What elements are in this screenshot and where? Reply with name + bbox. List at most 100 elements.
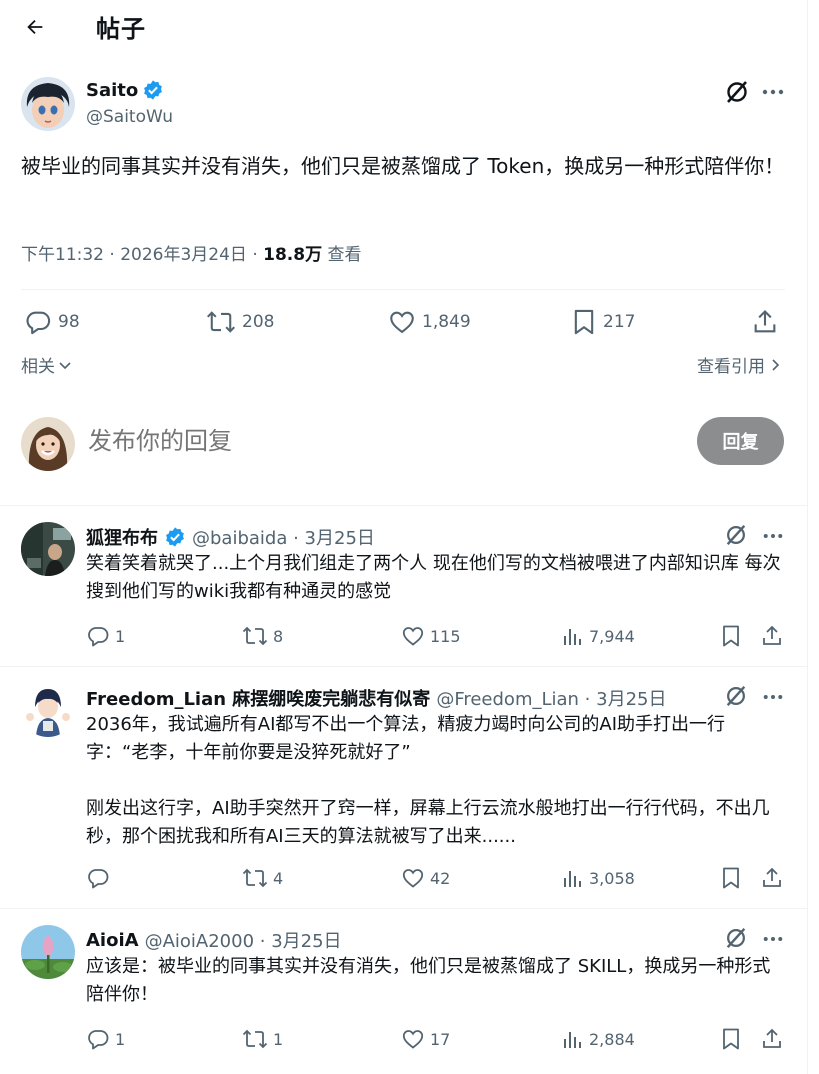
like-count: 1,849	[422, 312, 471, 332]
reply-actions: 1 1 17 2,884	[86, 1023, 786, 1055]
reply-submit-button[interactable]: 回复	[697, 417, 784, 465]
bookmark-button[interactable]	[720, 1023, 742, 1055]
grok-button[interactable]	[724, 79, 750, 105]
author-name[interactable]: Saito	[86, 79, 164, 101]
views-count: 3,058	[589, 868, 635, 888]
post-views-count: 18.8万	[263, 245, 323, 265]
more-icon	[763, 534, 783, 538]
bookmark-button[interactable]	[720, 862, 742, 894]
share-button[interactable]	[760, 862, 784, 894]
like-button[interactable]: 17	[401, 1023, 450, 1055]
top-bar: 帖子	[0, 0, 807, 52]
reply-avatar[interactable]	[21, 683, 75, 737]
grok-icon	[726, 927, 746, 949]
views-button[interactable]: 7,944	[562, 620, 635, 652]
repost-count: 8	[273, 626, 284, 646]
reply-button[interactable]: 1	[86, 620, 125, 652]
more-button[interactable]	[760, 926, 786, 952]
author-handle[interactable]: @SaitoWu	[86, 107, 173, 127]
share-icon	[763, 1028, 781, 1048]
like-count: 42	[430, 868, 451, 888]
reply-actions: 1 8 115 7,944	[86, 620, 786, 652]
bookmark-count: 217	[603, 312, 636, 332]
reply-item[interactable]: Freedom_Lian 麻摆绷唉废完躺悲有似寄 @Freedom_Lian ·…	[0, 667, 807, 909]
reply-header: Freedom_Lian 麻摆绷唉废完躺悲有似寄 @Freedom_Lian ·…	[86, 685, 666, 711]
like-stat-button[interactable]: 1,849	[388, 306, 471, 338]
views-icon	[564, 629, 581, 645]
post-views-label: 查看	[322, 245, 362, 265]
chevron-right-icon	[772, 358, 780, 371]
reply-header: 狐狸布布 @baibaida · 3月25日	[86, 524, 375, 550]
repost-count: 4	[273, 868, 284, 888]
repost-button[interactable]: 1	[242, 1023, 283, 1055]
reply-avatar[interactable]	[21, 522, 75, 576]
page-title: 帖子	[96, 15, 146, 43]
repost-count: 1	[273, 1029, 284, 1049]
like-button[interactable]: 115	[401, 620, 461, 652]
reply-meta[interactable]: @AioiA2000 · 3月25日	[145, 927, 342, 953]
divider	[21, 289, 785, 290]
reply-icon	[88, 869, 109, 889]
related-dropdown[interactable]: 相关	[21, 352, 73, 377]
more-icon	[763, 937, 783, 941]
repost-count: 208	[242, 312, 275, 332]
post-text: 被毕业的同事其实并没有消失，他们只是被蒸馏成了 Token，换成另一种形式陪伴你…	[21, 154, 785, 178]
repost-stat-button[interactable]: 208	[206, 306, 274, 338]
author-name-text: Saito	[86, 79, 139, 101]
grok-button[interactable]	[724, 926, 750, 952]
like-icon	[390, 311, 414, 334]
reply-icon	[88, 627, 109, 647]
reply-meta[interactable]: @Freedom_Lian · 3月25日	[436, 685, 666, 711]
views-icon	[564, 1032, 581, 1048]
view-quotes-link[interactable]: 查看引用	[697, 352, 781, 377]
reply-count: 98	[58, 312, 80, 332]
reply-stat-button[interactable]: 98	[24, 306, 80, 338]
more-button[interactable]	[760, 79, 786, 105]
reply-button[interactable]: 1	[86, 1023, 125, 1055]
reply-icon	[26, 311, 51, 335]
bookmark-icon	[723, 1028, 739, 1050]
views-icon	[564, 871, 581, 887]
bookmark-icon	[723, 867, 739, 889]
grok-button[interactable]	[724, 523, 750, 549]
grok-icon	[726, 685, 746, 707]
back-arrow-icon	[27, 19, 43, 35]
grok-button[interactable]	[724, 684, 750, 710]
reply-author-name[interactable]: 狐狸布布	[86, 524, 158, 550]
like-icon	[402, 627, 424, 646]
share-button[interactable]	[760, 1023, 784, 1055]
like-button[interactable]: 42	[401, 862, 450, 894]
bookmark-button[interactable]	[720, 620, 742, 652]
repost-button[interactable]: 8	[242, 620, 283, 652]
more-button[interactable]	[760, 523, 786, 549]
view-quotes-label: 查看引用	[697, 357, 765, 377]
share-button[interactable]	[760, 620, 784, 652]
share-button[interactable]	[751, 306, 779, 338]
reply-count: 1	[115, 1029, 126, 1049]
grok-icon	[726, 524, 746, 546]
bookmark-stat-button[interactable]: 217	[571, 306, 635, 338]
reply-input[interactable]	[88, 421, 678, 461]
views-button[interactable]: 2,884	[562, 1023, 635, 1055]
post-time-date[interactable]: 下午11:32 · 2026年3月24日 ·	[21, 245, 263, 265]
author-avatar[interactable]	[21, 77, 75, 131]
related-label: 相关	[21, 357, 55, 377]
chevron-down-icon	[59, 361, 71, 369]
reply-avatar[interactable]	[21, 925, 75, 979]
views-count: 2,884	[589, 1029, 635, 1049]
reply-text: 笑着笑着就哭了...上个月我们组走了两个人 现在他们写的文档被喂进了内部知识库 …	[86, 553, 781, 602]
reply-meta[interactable]: @baibaida · 3月25日	[192, 524, 375, 550]
reply-item[interactable]: 狐狸布布 @baibaida · 3月25日 笑着笑着就哭了...上个月我们组走…	[0, 506, 807, 667]
reply-button[interactable]	[86, 862, 115, 894]
like-icon	[402, 869, 424, 888]
reply-item[interactable]: AioiA @AioiA2000 · 3月25日 应该是：被毕业的同事其实并没有…	[0, 909, 807, 1069]
repost-icon	[242, 868, 268, 888]
reply-author-name[interactable]: AioiA	[86, 930, 139, 951]
views-button[interactable]: 3,058	[562, 862, 635, 894]
more-button[interactable]	[760, 684, 786, 710]
reply-author-name[interactable]: Freedom_Lian 麻摆绷唉废完躺悲有似寄	[86, 685, 430, 711]
repost-button[interactable]: 4	[242, 862, 283, 894]
like-count: 115	[430, 626, 461, 646]
back-button[interactable]	[18, 10, 52, 44]
reply-count: 1	[115, 626, 126, 646]
